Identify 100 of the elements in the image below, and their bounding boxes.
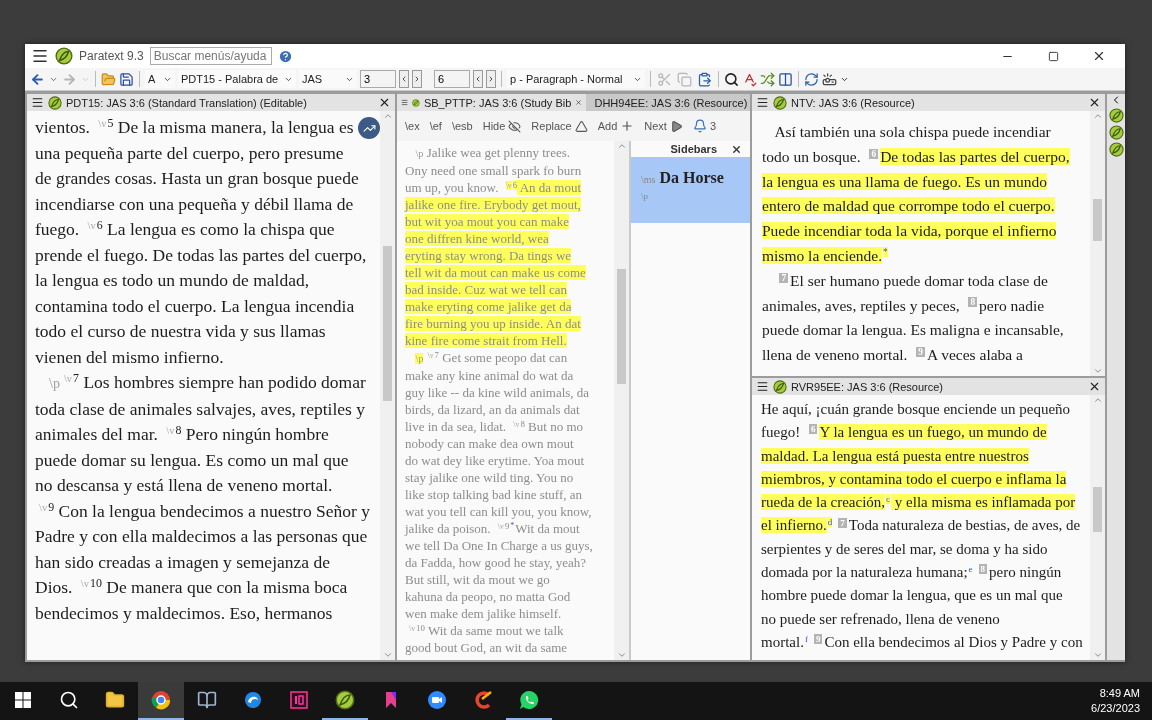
close-button[interactable] xyxy=(1088,96,1101,109)
scripture-text: He aquí, ¡cuán grande bosque enciende un pequeño xyxy=(761,401,1071,417)
clock-date: 6/23/2023 xyxy=(1091,701,1140,716)
scrollbar-thumb[interactable] xyxy=(1093,487,1102,532)
usfm-marker: \v xyxy=(39,501,48,513)
close-button[interactable] xyxy=(1092,49,1106,63)
book-icon xyxy=(197,690,217,710)
scrollbar[interactable] xyxy=(1090,111,1105,376)
leaf-icon xyxy=(1108,108,1124,123)
add-button[interactable]: Add xyxy=(597,119,635,133)
back-button[interactable] xyxy=(29,71,46,87)
next-verse-button[interactable] xyxy=(486,70,496,88)
scripture-text: we tell Da One In Charge a us guys, xyxy=(405,538,593,553)
shuffle-icon[interactable] xyxy=(760,71,775,87)
scrollbar[interactable] xyxy=(614,141,629,660)
scripture-text: one diffren kine world, wea xyxy=(405,231,549,246)
scripture-text: una pequeña parte del cuerpo, pero presume xyxy=(35,142,344,163)
previous-verse-button[interactable] xyxy=(473,70,483,88)
scripture-text: tell wit da mout can make us come xyxy=(405,265,586,280)
scripture-text: Get some peopo dat can xyxy=(441,350,568,365)
scripture-text: animales, aves, reptiles y peces, xyxy=(762,296,961,314)
marker-button[interactable]: \ef xyxy=(429,120,442,132)
close-button[interactable] xyxy=(378,96,391,109)
next-chapter-button[interactable] xyxy=(412,70,422,88)
verse-field[interactable]: 6 xyxy=(434,70,470,88)
sidebar-item[interactable]: \ms Da Horse \p xyxy=(631,157,750,223)
footnote-caller: c xyxy=(886,493,891,504)
spell-check-icon[interactable] xyxy=(742,71,757,87)
search-field[interactable]: Buscar menús/ayuda xyxy=(149,47,272,65)
scripture-text: eryting stay wrong. Da tings we xyxy=(405,248,572,263)
verse-number: 9 xyxy=(504,520,510,531)
usfm-marker: \v xyxy=(63,373,73,385)
footnote-caller: f xyxy=(804,633,808,644)
paste-button[interactable] xyxy=(696,71,713,87)
menu-icon[interactable] xyxy=(756,380,769,393)
scripture-text: prende el fuego. De todas las partes del cuerpo, xyxy=(35,244,367,265)
close-button[interactable] xyxy=(1088,380,1101,393)
search-icon[interactable] xyxy=(724,71,739,87)
scripture-text: rueda de la creación, xyxy=(761,494,886,511)
scrollbar-thumb[interactable] xyxy=(383,246,392,401)
folder-icon xyxy=(105,690,125,710)
scrollbar-thumb[interactable] xyxy=(1093,199,1102,241)
scripture-text: vientos. xyxy=(35,117,91,137)
verse-number: 6 xyxy=(869,148,879,159)
close-button[interactable] xyxy=(731,143,742,155)
menu-icon[interactable] xyxy=(31,96,44,109)
video-call-icon xyxy=(427,690,447,710)
verse-number: 6 xyxy=(512,179,518,190)
columns-icon[interactable] xyxy=(778,71,793,87)
usfm-marker: \v xyxy=(87,220,96,232)
scripture-text: entero de maldad que corrompe todo el cuerpo. xyxy=(762,197,1055,215)
windows-logo-icon[interactable] xyxy=(15,692,31,708)
maximize-button[interactable] xyxy=(1047,50,1059,62)
search-icon[interactable] xyxy=(59,690,79,710)
scripture-text: contamina todo el cuerpo. La lengua incendia xyxy=(35,295,355,316)
scripture-text: el infierno. xyxy=(761,517,827,534)
marker-button[interactable]: \esb xyxy=(451,120,473,132)
chapter-field[interactable]: 3 xyxy=(360,70,396,88)
scrollbar[interactable] xyxy=(1090,395,1105,660)
scripture-text: pero nadie xyxy=(979,296,1045,314)
bell-icon xyxy=(692,119,707,133)
menu-icon[interactable] xyxy=(756,96,769,109)
scripture-text: domada por la naturaleza humana; xyxy=(761,564,968,581)
notifications-button[interactable]: 3 xyxy=(692,119,717,133)
replace-button[interactable]: Replace xyxy=(531,119,588,133)
save-icon[interactable] xyxy=(119,71,134,87)
next-button[interactable]: Next xyxy=(644,119,683,133)
scrollbar[interactable] xyxy=(380,111,395,660)
scripture-text: La lengua es como la chispa que xyxy=(106,219,335,239)
project-dropdown[interactable]: PDT15 - Palabra de xyxy=(178,70,296,88)
scripture-text: puede domar la lengua. Es maligna e incansable, xyxy=(762,321,1064,339)
scripture-text: bad inside. Cuz wat we tell can xyxy=(405,282,568,297)
taskbar-app[interactable] xyxy=(138,682,184,720)
eye-off-icon xyxy=(508,119,522,133)
scripture-text: Pero ningún hombre xyxy=(184,424,329,444)
marker-button[interactable]: \ex xyxy=(405,120,420,132)
usfm-marker: \p xyxy=(415,148,424,159)
scrollbar-thumb[interactable] xyxy=(617,269,626,384)
previous-chapter-button[interactable] xyxy=(399,70,409,88)
sync-icon[interactable] xyxy=(804,71,819,87)
menu-icon[interactable] xyxy=(31,47,49,65)
footnote-caller: * xyxy=(883,247,888,258)
hide-button[interactable]: Hide xyxy=(482,119,522,133)
chart-icon[interactable] xyxy=(358,117,380,139)
leaf-icon xyxy=(335,690,355,710)
verse-number: 7 xyxy=(779,272,789,283)
chat-icon xyxy=(519,690,539,710)
projector-icon[interactable] xyxy=(822,71,837,87)
verse-number: 7 xyxy=(838,517,847,528)
scripture-text: Así también una sola chispa puede incendiar xyxy=(774,123,1051,140)
scripture-text: han sido creadas a imagen y semejanza de xyxy=(35,551,330,572)
scripture-text: good bout God, an wit da same xyxy=(405,640,568,655)
book-dropdown[interactable]: JAS xyxy=(299,70,357,88)
help-icon[interactable] xyxy=(277,48,293,64)
style-dropdown[interactable]: p - Paragraph - Normal xyxy=(507,70,645,88)
scripture-text: mismo la enciende. xyxy=(762,247,883,264)
font-dropdown[interactable]: A xyxy=(145,70,175,88)
scripture-text: todo el curso de nuestra vida y sus llamas xyxy=(35,321,326,341)
verse-number: 6 xyxy=(96,218,103,233)
play-icon xyxy=(669,119,683,133)
